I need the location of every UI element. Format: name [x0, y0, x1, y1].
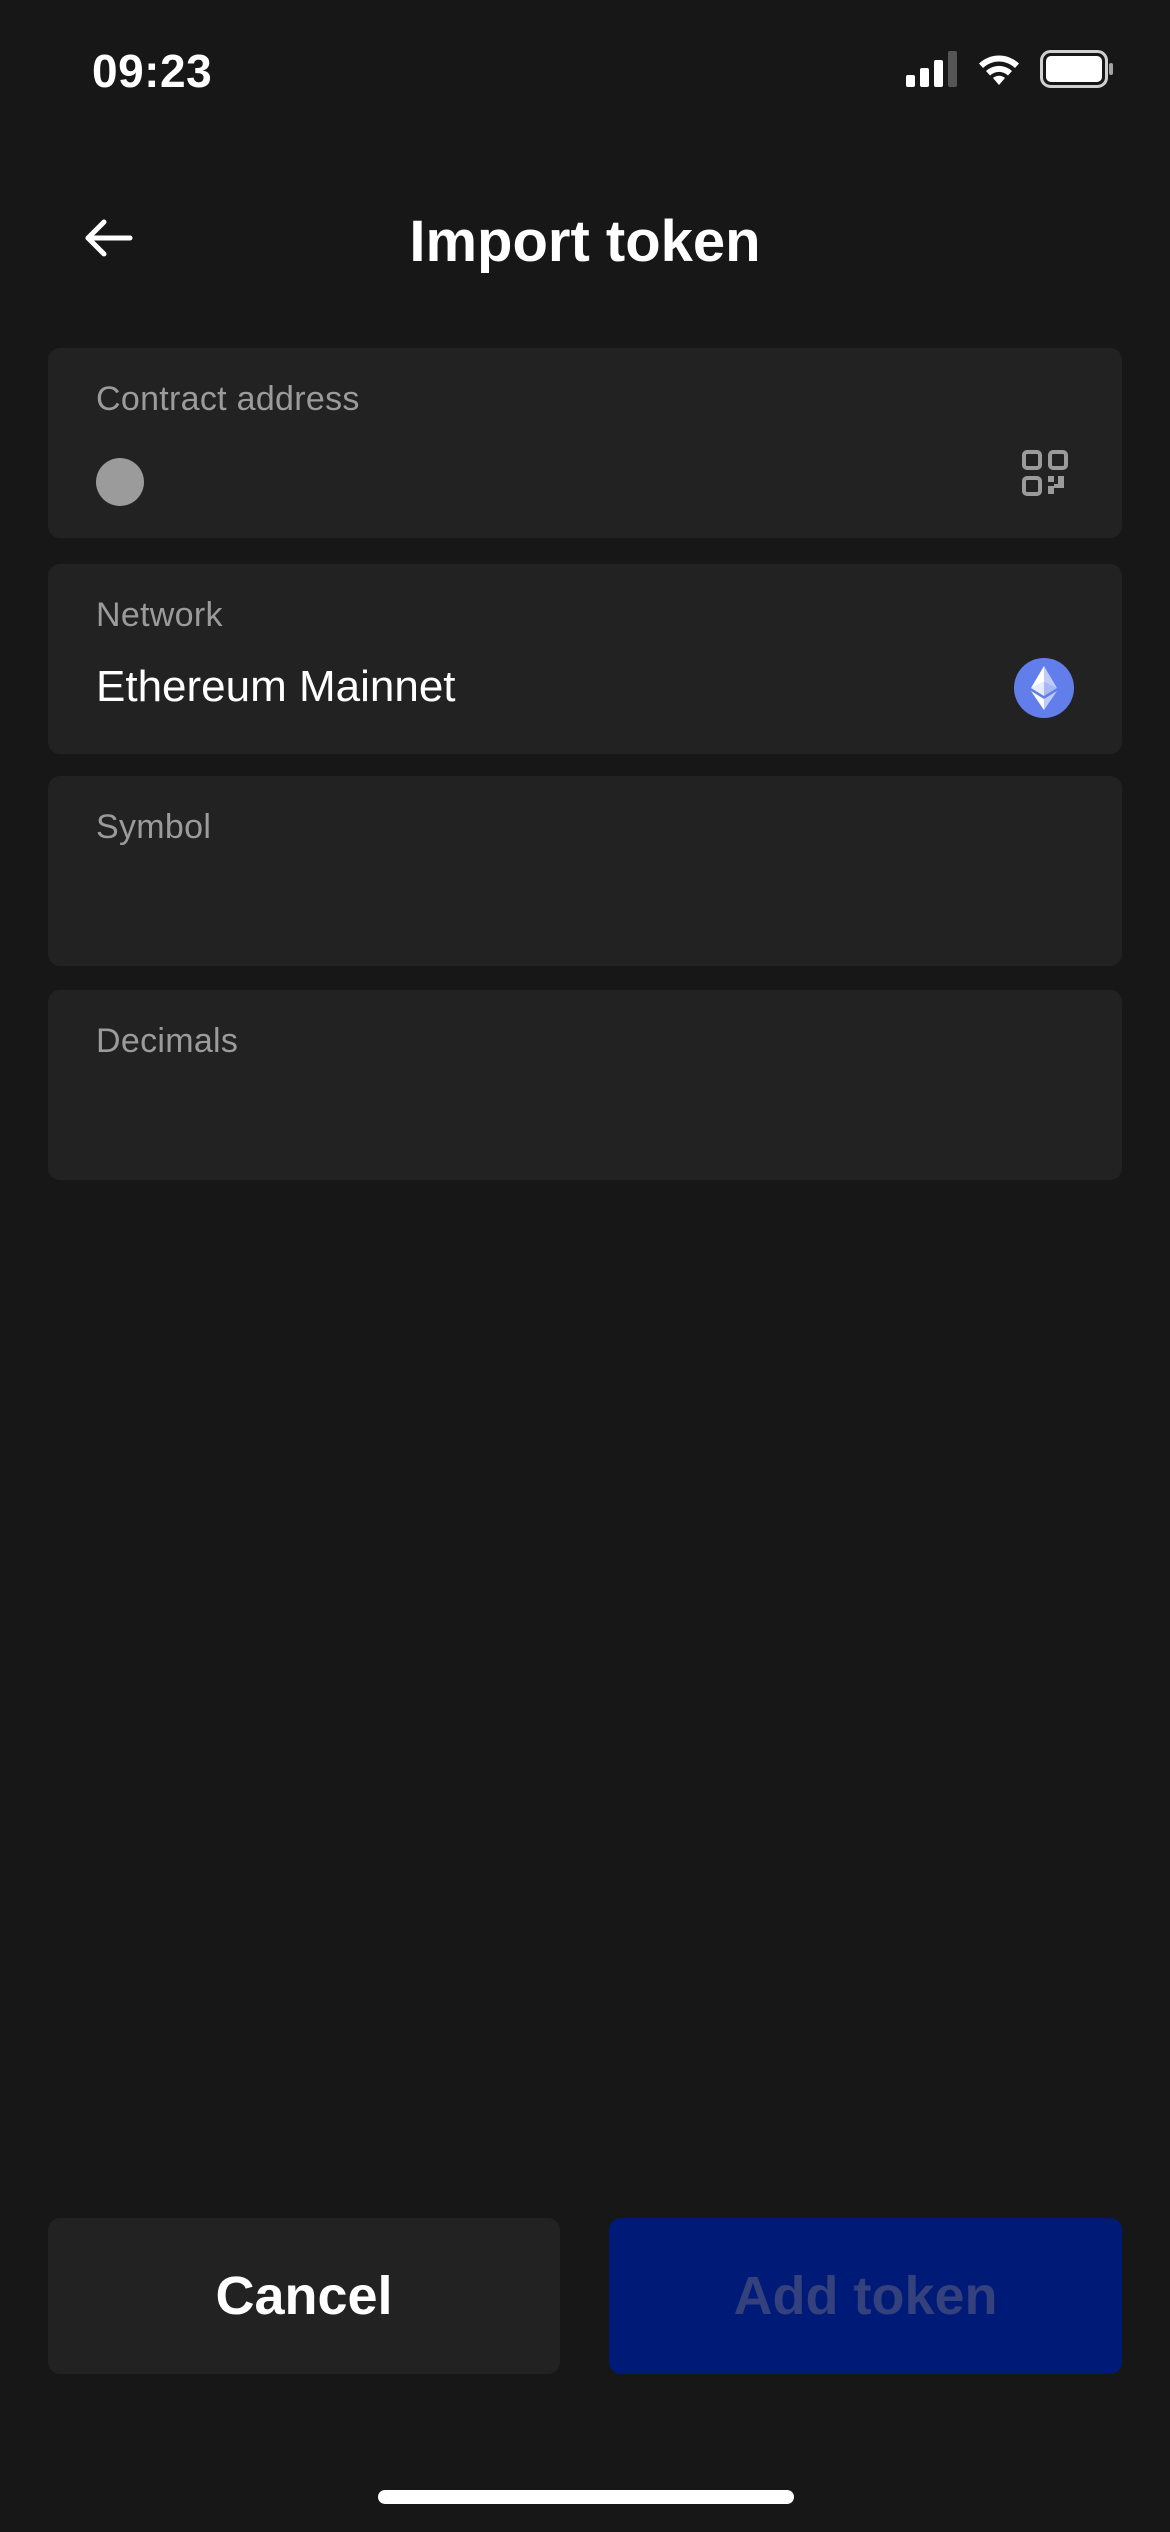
status-bar: 09:23: [0, 0, 1170, 150]
symbol-label: Symbol: [96, 808, 212, 846]
status-icons: [906, 50, 1114, 93]
address-placeholder-dot: [96, 458, 144, 506]
decimals-label: Decimals: [96, 1022, 239, 1060]
network-label: Network: [96, 596, 223, 634]
symbol-field[interactable]: Symbol: [48, 776, 1122, 966]
status-time: 09:23: [92, 45, 213, 97]
qr-code-icon[interactable]: [1022, 450, 1068, 496]
cancel-button[interactable]: Cancel: [48, 2218, 560, 2374]
wifi-icon: [976, 51, 1022, 92]
add-token-button[interactable]: Add token: [609, 2218, 1122, 2374]
signal-icon: [906, 51, 958, 92]
decimals-field[interactable]: Decimals: [48, 990, 1122, 1180]
contract-address-label: Contract address: [96, 380, 360, 418]
ethereum-icon: [1014, 658, 1074, 718]
network-field[interactable]: Network Ethereum Mainnet: [48, 564, 1122, 754]
home-indicator: [378, 2490, 794, 2504]
page-title: Import token: [409, 209, 761, 274]
header: Import token: [0, 190, 1170, 290]
battery-icon: [1040, 50, 1114, 93]
network-value: Ethereum Mainnet: [96, 662, 456, 711]
contract-address-field[interactable]: Contract address: [48, 348, 1122, 538]
